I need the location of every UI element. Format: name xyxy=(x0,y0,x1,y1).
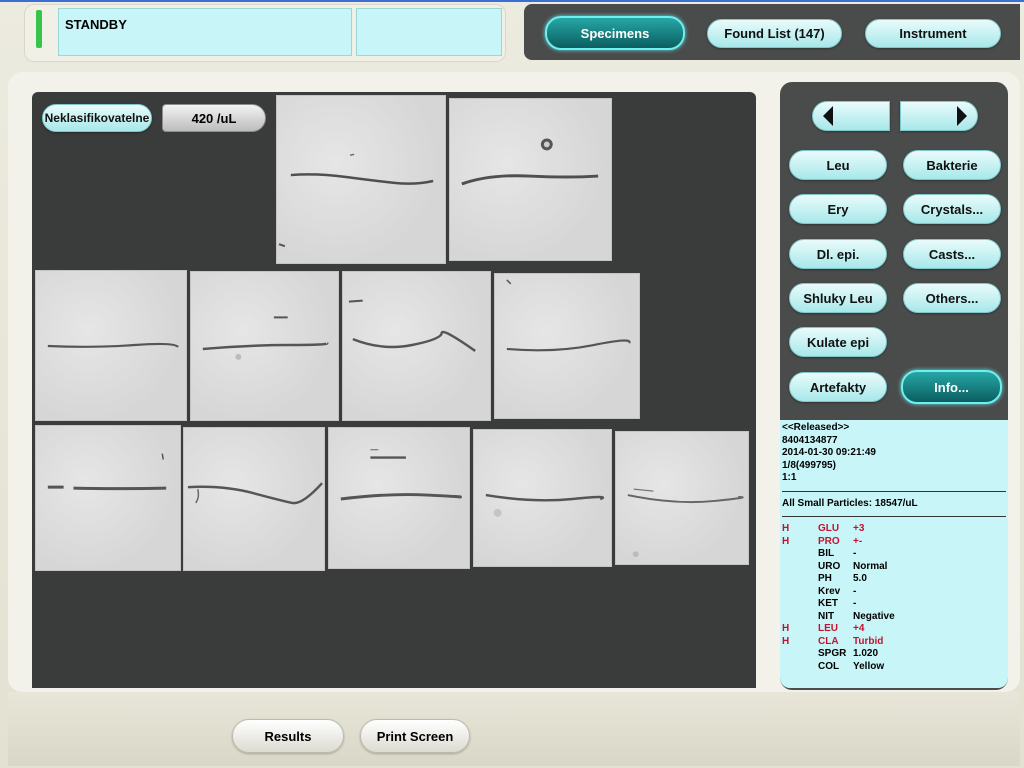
bottom-bar xyxy=(8,692,1020,766)
particle-thumbnail[interactable] xyxy=(35,425,181,571)
parameter-row: H PRO +- xyxy=(782,536,1006,549)
parameter-value: 1.020 xyxy=(853,648,879,659)
parameter-row: KET - xyxy=(782,598,1006,611)
sample-dilution: 1:1 xyxy=(782,472,797,483)
parameter-row: Krev - xyxy=(782,586,1006,599)
parameter-value: Negative xyxy=(853,610,895,622)
previous-button[interactable] xyxy=(812,101,890,131)
small-particles-count: All Small Particles: 18547/uL xyxy=(782,497,918,509)
category-artefakty-button[interactable]: Artefakty xyxy=(789,372,887,402)
parameter-name: Krev xyxy=(818,585,841,597)
particle-thumbnail[interactable] xyxy=(342,271,491,421)
particle-thumbnail[interactable] xyxy=(615,431,749,565)
parameter-value: - xyxy=(853,598,857,609)
parameter-value: Yellow xyxy=(853,660,885,672)
particle-thumbnail[interactable] xyxy=(449,98,612,261)
particle-thumbnail[interactable] xyxy=(494,273,640,419)
parameter-flag: H xyxy=(782,635,790,647)
status-text: STANDBY xyxy=(58,8,352,56)
status-secondary-box xyxy=(356,8,502,56)
particle-thumbnail[interactable] xyxy=(473,429,612,567)
parameter-name: CLA xyxy=(818,635,839,647)
parameter-row: NIT Negative xyxy=(782,611,1006,624)
parameter-flag: H xyxy=(782,523,790,534)
concentration-badge: 420 /uL xyxy=(162,104,266,132)
info-button[interactable]: Info... xyxy=(901,370,1002,404)
category-bakterie-button[interactable]: Bakterie xyxy=(903,150,1001,180)
parameter-name: NIT xyxy=(818,610,835,622)
parameter-row: PH 5.0 xyxy=(782,573,1006,586)
particle-thumbnail[interactable] xyxy=(183,427,325,571)
category-casts-button[interactable]: Casts... xyxy=(903,239,1001,269)
arrow-right-icon xyxy=(957,106,967,126)
parameter-row: BIL - xyxy=(782,548,1006,561)
parameter-value: - xyxy=(853,585,857,597)
sample-state: <<Released>> xyxy=(782,422,850,433)
specimens-button[interactable]: Specimens xyxy=(545,16,685,50)
found-list-button[interactable]: Found List (147) xyxy=(707,19,842,48)
particle-class-button[interactable]: Neklasifikovatelne xyxy=(42,104,152,132)
parameter-name: KET xyxy=(818,598,838,609)
parameter-row: H GLU +3 xyxy=(782,523,1006,536)
urinalysis-parameter-list: H GLU +3 H PRO +- BIL - URO Normal PH 5.0 Krev - KET - N… xyxy=(782,523,1006,673)
category-leu-button[interactable]: Leu xyxy=(789,150,887,180)
parameter-value: +3 xyxy=(853,523,865,534)
parameter-name: PH xyxy=(818,573,832,584)
parameter-flag: H xyxy=(782,535,790,547)
category-crystals-button[interactable]: Crystals... xyxy=(903,194,1001,224)
category-shluky-leu-button[interactable]: Shluky Leu xyxy=(789,283,887,313)
sample-position: 1/8(499795) xyxy=(782,459,836,471)
category-dl-epi-button[interactable]: Dl. epi. xyxy=(789,239,887,269)
divider xyxy=(782,490,1006,492)
divider xyxy=(782,516,1006,517)
parameter-row: H CLA Turbid xyxy=(782,636,1006,649)
parameter-name: PRO xyxy=(818,535,840,547)
status-indicator-icon xyxy=(36,10,42,48)
parameter-value: Turbid xyxy=(853,635,884,647)
category-ery-button[interactable]: Ery xyxy=(789,194,887,224)
parameter-name: GLU xyxy=(818,523,840,534)
parameter-name: URO xyxy=(818,560,841,572)
next-button[interactable] xyxy=(900,101,978,131)
parameter-name: COL xyxy=(818,660,840,672)
parameter-flag: H xyxy=(782,623,790,634)
particle-thumbnail[interactable] xyxy=(276,95,446,264)
print-screen-button[interactable]: Print Screen xyxy=(360,719,470,753)
parameter-value: +4 xyxy=(853,623,865,634)
sample-datetime: 2014-01-30 09:21:49 xyxy=(782,447,876,458)
particle-thumbnail[interactable] xyxy=(328,427,470,569)
arrow-left-icon xyxy=(823,106,833,126)
sample-info-area: <<Released>> 8404134877 2014-01-30 09:21… xyxy=(780,420,1008,688)
window-top-edge xyxy=(0,0,1024,2)
sample-id: 8404134877 xyxy=(782,434,838,446)
parameter-value: 5.0 xyxy=(853,573,867,584)
category-others-button[interactable]: Others... xyxy=(903,283,1001,313)
category-kulate-epi-button[interactable]: Kulate epi xyxy=(789,327,887,357)
parameter-row: COL Yellow xyxy=(782,661,1006,674)
parameter-value: +- xyxy=(853,535,863,547)
particle-thumbnail[interactable] xyxy=(35,270,187,421)
parameter-name: SPGR xyxy=(818,648,847,659)
parameter-row: SPGR 1.020 xyxy=(782,648,1006,661)
parameter-row: URO Normal xyxy=(782,561,1006,574)
particle-thumbnail[interactable] xyxy=(190,271,339,421)
parameter-name: LEU xyxy=(818,623,838,634)
parameter-value: Normal xyxy=(853,560,888,572)
parameter-name: BIL xyxy=(818,548,835,559)
parameter-value: - xyxy=(853,548,857,559)
instrument-button[interactable]: Instrument xyxy=(865,19,1001,48)
parameter-row: H LEU +4 xyxy=(782,623,1006,636)
results-button[interactable]: Results xyxy=(232,719,344,753)
